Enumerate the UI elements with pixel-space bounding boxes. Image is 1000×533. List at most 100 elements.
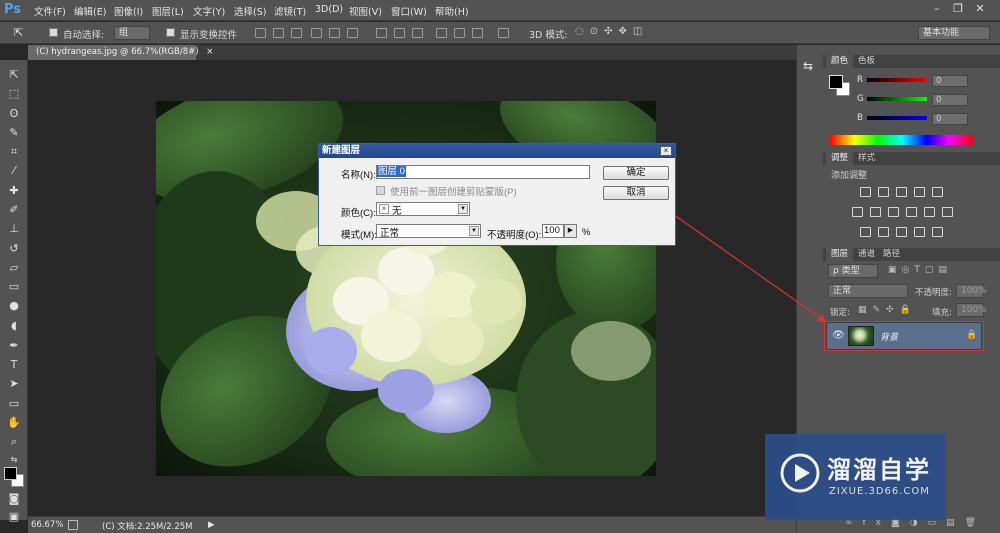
export-icon[interactable] [68,520,78,530]
hue-saturation-icon[interactable] [852,207,863,217]
color-fg-swatch[interactable] [829,75,843,89]
tab-swatches[interactable]: 色板 [853,55,880,68]
brightness-icon[interactable] [860,187,871,197]
channel-g-slider[interactable] [867,97,927,101]
menu-file[interactable]: 文件(F) [34,4,66,18]
menu-view[interactable]: 视图(V) [349,4,382,18]
blur-tool-icon[interactable]: ● [5,299,23,313]
quick-mask-icon[interactable]: ◙ [5,492,23,506]
distribute-bottom-icon[interactable] [412,28,423,38]
menu-3d[interactable]: 3D(D) [315,4,343,15]
channel-b-value[interactable]: 0 [932,113,968,125]
lasso-tool-icon[interactable]: ʘ [5,107,23,121]
hand-tool-icon[interactable]: ✋ [5,416,23,430]
blend-mode-dropdown[interactable]: 正常 [828,284,908,298]
levels-icon[interactable] [878,187,889,197]
auto-align-icon[interactable] [498,28,509,38]
tab-adjustments[interactable]: 调整 [826,152,854,165]
channel-mixer-icon[interactable] [924,207,935,217]
fill-value[interactable]: 100% [956,303,987,317]
auto-select-checkbox[interactable] [49,28,58,37]
workspace-dropdown[interactable]: 基本功能 [918,26,990,40]
tab-channels[interactable]: 通道 [853,248,880,261]
clip-mask-checkbox[interactable] [376,186,385,195]
screen-mode-icon[interactable]: ▣ [5,510,23,524]
color-dropdown[interactable]: × 无 ▼ [376,202,470,217]
distribute-right-icon[interactable] [472,28,483,38]
align-bottom-icon[interactable] [291,28,302,38]
align-top-icon[interactable] [255,28,266,38]
photo-filter-icon[interactable] [906,207,917,217]
tab-paths[interactable]: 路径 [878,248,905,261]
distribute-hcenter-icon[interactable] [454,28,465,38]
posterize-icon[interactable] [878,227,889,237]
history-icon[interactable]: ⇆ [803,59,813,73]
curves-icon[interactable] [896,187,907,197]
lock-icons[interactable]: ▦✎✣🔒 [858,305,917,315]
menu-filter[interactable]: 滤镜(T) [274,4,306,18]
minimize-icon[interactable]: – [927,2,947,16]
zoom-tool-icon[interactable]: ⌕ [5,435,23,449]
eraser-tool-icon[interactable]: ▱ [5,261,23,275]
dialog-close-icon[interactable]: × [660,146,672,156]
dodge-tool-icon[interactable]: ◖ [5,319,23,333]
layer-name-input[interactable]: 图层 0 [376,165,590,179]
3d-tools-icon[interactable]: ◌⊙✣✥◫ [575,26,648,37]
tab-layers[interactable]: 图层 [826,248,854,261]
channel-r-slider[interactable] [867,78,927,82]
color-spectrum[interactable] [830,135,974,145]
document-tab[interactable]: (C) hydrangeas.jpg @ 66.7%(RGB/8#) × [28,45,213,60]
opacity-slider-arrow-icon[interactable]: ▶ [564,224,577,238]
quick-select-tool-icon[interactable]: ✎ [5,126,23,140]
selective-color-icon[interactable] [932,227,943,237]
close-tab-icon[interactable]: × [206,47,213,57]
black-white-icon[interactable] [888,207,899,217]
color-lookup-icon[interactable] [942,207,953,217]
gradient-map-icon[interactable] [914,227,925,237]
invert-icon[interactable] [860,227,871,237]
channel-g-value[interactable]: 0 [932,94,968,106]
status-arrow-icon[interactable]: ▶ [208,520,215,530]
menu-type[interactable]: 文字(Y) [193,4,225,18]
align-left-icon[interactable] [311,28,322,38]
zoom-level[interactable]: 66.67% [31,520,63,530]
ok-button[interactable]: 确定 [603,166,669,180]
close-window-icon[interactable]: ✕ [970,2,990,16]
mode-dropdown[interactable]: 正常 ▼ [376,224,481,239]
healing-brush-tool-icon[interactable]: ✚ [5,184,23,198]
layer-filter-kind[interactable]: ρ 类型 [828,264,878,278]
color-balance-icon[interactable] [870,207,881,217]
channel-r-value[interactable]: 0 [932,75,968,87]
tab-color[interactable]: 颜色 [826,55,854,68]
type-tool-icon[interactable]: T [5,358,23,372]
auto-select-dropdown[interactable]: 组 [114,26,150,40]
tab-styles[interactable]: 样式 [853,152,880,165]
menu-window[interactable]: 窗口(W) [391,4,427,18]
clone-stamp-tool-icon[interactable]: ⊥ [5,222,23,236]
opacity-input[interactable]: 100 [542,224,564,238]
align-vcenter-icon[interactable] [273,28,284,38]
swap-colors-icon[interactable]: ⇆ [5,453,23,467]
distribute-top-icon[interactable] [376,28,387,38]
exposure-icon[interactable] [914,187,925,197]
menu-layer[interactable]: 图层(L) [152,4,184,18]
channel-b-slider[interactable] [867,116,927,120]
crop-tool-icon[interactable]: ⌗ [5,145,23,159]
menu-image[interactable]: 图像(I) [114,4,143,18]
brush-tool-icon[interactable]: ✐ [5,203,23,217]
layer-filter-icons[interactable]: ▣◎T▢▤ [888,265,952,275]
pen-tool-icon[interactable]: ✒ [5,339,23,353]
cancel-button[interactable]: 取消 [603,186,669,200]
gradient-tool-icon[interactable]: ▭ [5,280,23,294]
menu-help[interactable]: 帮助(H) [435,4,469,18]
path-select-tool-icon[interactable]: ➤ [5,377,23,391]
move-tool-icon[interactable]: ⇱ [5,68,23,82]
move-tool-icon[interactable]: ⇱ [14,26,23,39]
menu-select[interactable]: 选择(S) [234,4,266,18]
vibrance-icon[interactable] [932,187,943,197]
align-hcenter-icon[interactable] [329,28,340,38]
threshold-icon[interactable] [896,227,907,237]
align-right-icon[interactable] [347,28,358,38]
distribute-left-icon[interactable] [436,28,447,38]
foreground-color-swatch[interactable] [4,467,17,480]
